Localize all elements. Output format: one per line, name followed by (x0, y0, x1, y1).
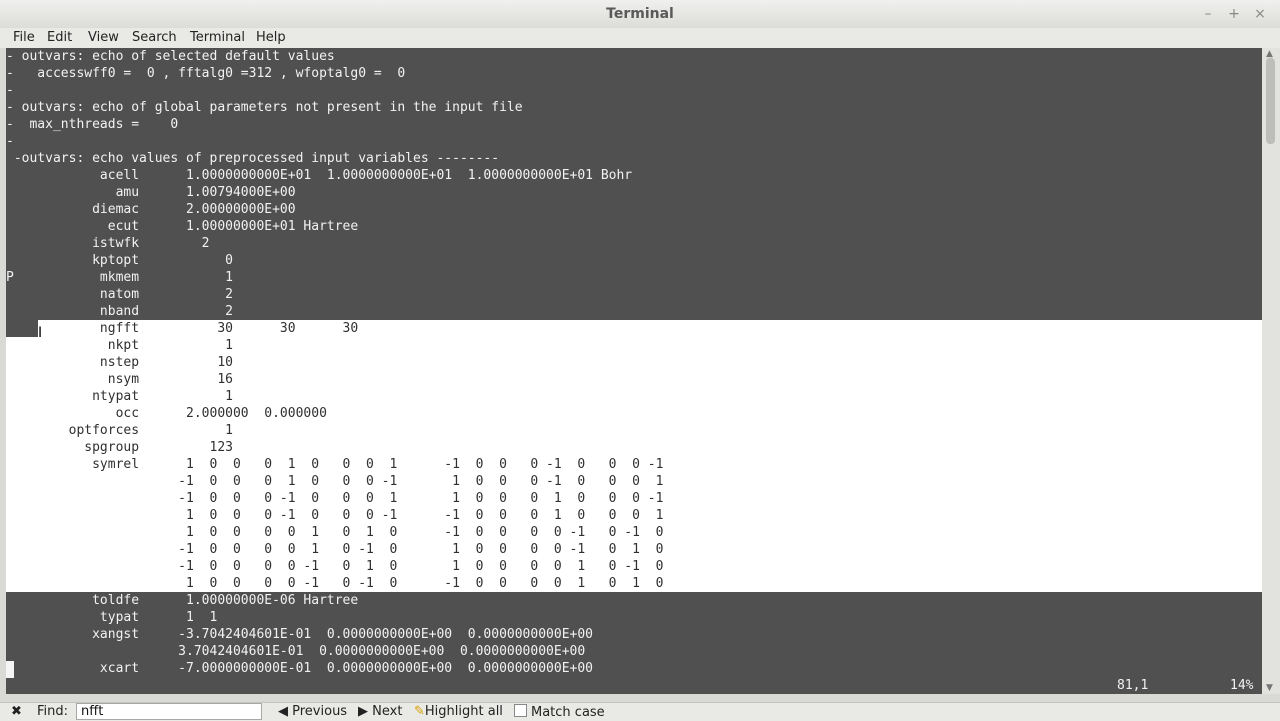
terminal-line: 1 0 0 0 -1 0 0 0 -1 -1 0 0 0 1 0 0 0 1 (6, 508, 664, 523)
menu-view[interactable]: View (88, 30, 119, 45)
minimize-icon[interactable]: – (1202, 6, 1214, 22)
terminal-line: optforces 1 (6, 423, 233, 438)
terminal-line: - accesswff0 = 0 , fftalg0 =312 , wfopta… (6, 66, 406, 81)
previous-label: Previous (292, 704, 348, 719)
status-percent: 14% (1230, 678, 1254, 693)
find-bar: ✖ Find: ◀ Previous ▶ Next ✎Highlight all… (0, 702, 1280, 721)
next-label: Next (372, 704, 403, 719)
terminal-cursor (6, 661, 14, 678)
terminal-line: P mkmem 1 (6, 270, 233, 285)
highlight-all-button[interactable]: ✎Highlight all (414, 704, 503, 719)
window-controls: – + × (1202, 6, 1266, 22)
menu-terminal[interactable]: Terminal (190, 30, 245, 45)
terminal-line: - max_nthreads = 0 (6, 117, 179, 132)
terminal-line: typat 1 1 (6, 610, 218, 625)
next-button[interactable]: ▶ Next (358, 704, 402, 719)
terminal-line: -1 0 0 0 1 0 0 0 -1 1 0 0 0 -1 0 0 0 1 (6, 474, 664, 489)
terminal-line: acell 1.0000000000E+01 1.0000000000E+01 … (6, 168, 633, 183)
arrow-right-icon: ▶ (358, 704, 373, 719)
terminal-line: 1 0 0 0 0 -1 0 -1 0 -1 0 0 0 0 1 0 1 0 (6, 576, 664, 591)
terminal-output[interactable]: - outvars: echo of selected default valu… (6, 48, 1262, 694)
menu-help[interactable]: Help (256, 30, 286, 45)
terminal-line: -1 0 0 0 0 -1 0 1 0 1 0 0 0 0 1 0 -1 0 (6, 559, 664, 574)
find-input[interactable] (76, 703, 262, 720)
terminal-line: - outvars: echo of global parameters not… (6, 100, 523, 115)
terminal-line: nband 2 (6, 304, 233, 319)
menu-bar: File Edit View Search Terminal Help (0, 28, 1280, 48)
terminal-line: spgroup 123 (6, 440, 233, 455)
menu-file[interactable]: File (13, 30, 35, 45)
match-case-toggle[interactable]: Match case (514, 704, 605, 720)
terminal-line: - (6, 83, 14, 98)
terminal-line: -1 0 0 0 -1 0 0 0 1 1 0 0 0 1 0 0 0 -1 (6, 491, 664, 506)
terminal-line: xcart -7.0000000000E-01 0.0000000000E+00… (6, 661, 593, 676)
window-title: Terminal (606, 6, 674, 22)
terminal-line: amu 1.00794000E+00 (6, 185, 296, 200)
terminal-line: symrel 1 0 0 0 1 0 0 0 1 -1 0 0 0 -1 0 0… (6, 457, 664, 472)
terminal-line: occ 2.000000 0.000000 (6, 406, 327, 421)
highlight-all-label: Highlight all (424, 704, 503, 719)
scroll-down-icon[interactable]: ▼ (1266, 683, 1273, 693)
terminal-line: xangst -3.7042404601E-01 0.0000000000E+0… (6, 627, 593, 642)
terminal-line: diemac 2.00000000E+00 (6, 202, 296, 217)
terminal-line: ngfft 30 30 30 (6, 321, 359, 336)
terminal-line: - outvars: echo of selected default valu… (6, 49, 335, 64)
match-case-label: Match case (531, 705, 605, 720)
text-cursor-icon: I (38, 325, 43, 341)
arrow-left-icon: ◀ (278, 704, 293, 719)
highlighter-icon: ✎ (414, 704, 425, 719)
maximize-icon[interactable]: + (1228, 6, 1240, 22)
close-icon[interactable]: × (1254, 6, 1266, 22)
status-position: 81,1 (1117, 678, 1149, 693)
terminal-line: 1 0 0 0 0 1 0 1 0 -1 0 0 0 0 -1 0 -1 0 (6, 525, 664, 540)
previous-button[interactable]: ◀ Previous (278, 704, 347, 719)
scrollbar[interactable]: ▲ ▼ (1262, 48, 1280, 694)
terminal-line: - (6, 134, 14, 149)
match-case-checkbox[interactable] (514, 704, 527, 717)
title-bar: Terminal – + × (0, 0, 1280, 29)
terminal-line: ntypat 1 (6, 389, 233, 404)
terminal-line: -outvars: echo values of preprocessed in… (6, 151, 500, 166)
find-label: Find: (37, 704, 69, 719)
terminal-line: kptopt 0 (6, 253, 233, 268)
terminal-line: nsym 16 (6, 372, 233, 387)
menu-edit[interactable]: Edit (47, 30, 72, 45)
close-find-icon[interactable]: ✖ (11, 704, 22, 719)
terminal-line: toldfe 1.00000000E-06 Hartree (6, 593, 359, 608)
terminal-line: -1 0 0 0 0 1 0 -1 0 1 0 0 0 0 -1 0 1 0 (6, 542, 664, 557)
terminal-line: nstep 10 (6, 355, 233, 370)
terminal-line: 3.7042404601E-01 0.0000000000E+00 0.0000… (6, 644, 586, 659)
terminal-line: istwfk 2 (6, 236, 210, 251)
scrollbar-thumb[interactable] (1266, 58, 1275, 144)
terminal-line: ecut 1.00000000E+01 Hartree (6, 219, 359, 234)
terminal-line: natom 2 (6, 287, 233, 302)
menu-search[interactable]: Search (132, 30, 177, 45)
